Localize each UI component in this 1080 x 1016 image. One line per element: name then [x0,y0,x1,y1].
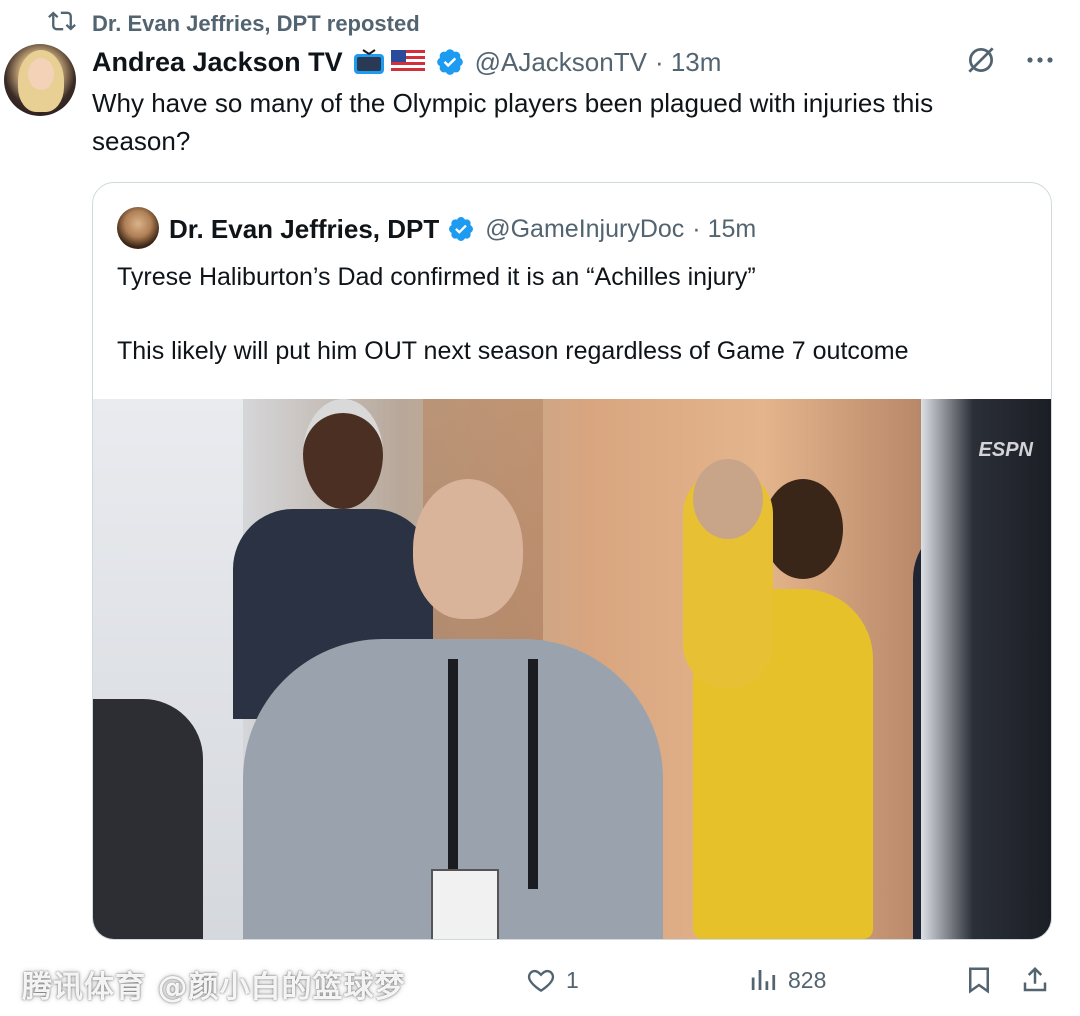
watermark-text: 腾讯体育 @颜小白的篮球梦 [22,970,406,1005]
photo-main-person [243,479,663,939]
bookmark-button[interactable] [964,962,994,998]
us-flag-emoji-icon [390,50,425,74]
photo-head [413,479,523,619]
television-emoji-icon [353,49,385,75]
verified-badge-icon [435,47,465,77]
quoted-tweet-header: Dr. Evan Jeffries, DPT @GameInjuryDoc · … [169,209,756,249]
photo-credential-badge [431,869,499,939]
photo-person-left [93,699,203,939]
photo-tv-edge [921,399,1051,939]
photo-espn-logo: ESPN [978,439,1033,461]
quoted-author-name[interactable]: Dr. Evan Jeffries, DPT [169,214,439,245]
quoted-tweet-time[interactable]: · 15m [692,215,756,244]
heart-icon [527,969,555,993]
tweet-action-bar: 腾讯体育 @颜小白的篮球梦 1 828 [0,950,1080,1016]
quoted-tweet-card[interactable]: Dr. Evan Jeffries, DPT @GameInjuryDoc · … [92,182,1052,940]
quoted-tweet-photo[interactable]: ESPN [93,399,1051,939]
like-button[interactable]: 1 [526,962,579,998]
repost-icon [48,7,76,41]
photo-man-carrying-child [653,459,873,939]
grok-icon[interactable] [964,43,998,82]
tweet-header-actions [964,44,1056,80]
repost-label: Dr. Evan Jeffries, DPT reposted [92,11,420,36]
like-count: 1 [566,966,579,993]
avatar-face [28,58,54,90]
more-options-icon[interactable] [1024,44,1056,81]
views-button[interactable]: 828 [748,962,826,998]
tweet-header: Andrea Jackson TV @AJacksonTV · 13m [92,42,721,82]
quoted-tweet-text: Tyrese Haliburton’s Dad confirmed it is … [117,259,1027,407]
views-count: 828 [788,966,827,993]
bookmark-icon [969,967,989,994]
tweet-time[interactable]: · 13m [655,47,721,78]
author-handle[interactable]: @AJacksonTV [475,47,647,78]
repost-indicator[interactable]: Dr. Evan Jeffries, DPT reposted [48,8,420,40]
quoted-author-handle[interactable]: @GameInjuryDoc [485,215,684,244]
photo-lanyard [448,659,538,889]
share-icon [1023,966,1047,992]
tweet-text-line: season? [92,126,191,156]
verified-badge-icon [447,215,475,243]
quoted-paragraph: Tyrese Haliburton’s Dad confirmed it is … [117,263,756,291]
quoted-paragraph: This likely will put him OUT next season… [117,337,909,365]
quoted-author-avatar[interactable] [117,207,159,249]
author-avatar[interactable] [4,44,76,116]
author-name[interactable]: Andrea Jackson TV [92,47,343,78]
share-button[interactable] [1020,962,1050,998]
tweet-text-line: Why have so many of the Olympic players … [92,88,934,118]
views-chart-icon [751,970,776,990]
tweet-text: Why have so many of the Olympic players … [92,84,1052,160]
photo-child-head [693,459,763,539]
photo-carrier-head [763,479,843,579]
